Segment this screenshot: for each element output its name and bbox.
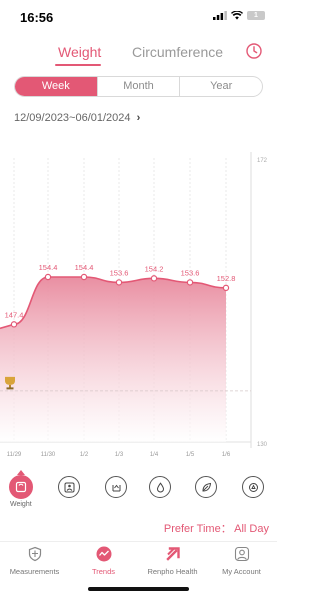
trends-icon bbox=[96, 546, 111, 562]
data-point bbox=[222, 284, 230, 292]
data-point bbox=[115, 279, 123, 286]
y-tick-label: 172 bbox=[257, 158, 268, 164]
prefer-time-selector[interactable]: Prefer Time： All Day bbox=[164, 520, 269, 536]
period-selector: Week Month Year bbox=[14, 76, 263, 97]
weight-area bbox=[0, 277, 226, 442]
data-label: 154.4 bbox=[39, 263, 58, 272]
trophy-base bbox=[6, 387, 14, 390]
battery-icon: 1 bbox=[247, 11, 265, 20]
nav-my-account-label: My Account bbox=[222, 567, 261, 576]
metric-water-button[interactable] bbox=[149, 476, 171, 498]
data-point bbox=[186, 279, 194, 286]
y-tick-label: 130 bbox=[257, 442, 268, 448]
data-point bbox=[150, 275, 158, 282]
data-label: 153.6 bbox=[110, 268, 129, 277]
scale-icon bbox=[15, 481, 27, 493]
date-range[interactable]: 12/09/2023~06/01/2024 › bbox=[14, 112, 140, 124]
metric-body-fat-button[interactable] bbox=[58, 476, 80, 498]
date-range-text: 12/09/2023~06/01/2024 bbox=[14, 112, 131, 124]
nav-my-account[interactable]: My Account bbox=[207, 546, 276, 576]
nav-measurements-label: Measurements bbox=[9, 567, 60, 576]
data-label: 153.6 bbox=[181, 268, 200, 277]
metric-selector: Weight bbox=[0, 470, 277, 515]
status-icons: 1 bbox=[213, 11, 265, 20]
metric-weight-label: Weight bbox=[10, 501, 32, 508]
tab-weight[interactable]: Weight bbox=[58, 44, 101, 60]
x-tick-label: 1/3 bbox=[115, 452, 124, 458]
data-label: 154.4 bbox=[75, 263, 94, 272]
body-fat-icon bbox=[64, 482, 74, 492]
weight-chart[interactable]: 147.4 154.4 154.4 153.6 154.2 153.6 152.8 11/29… bbox=[0, 140, 277, 458]
bmr-icon bbox=[248, 482, 258, 492]
data-point bbox=[80, 273, 88, 281]
weight-chart-svg: 147.4 154.4 154.4 153.6 154.2 153.6 152.8 11/29… bbox=[0, 152, 268, 458]
data-point bbox=[10, 321, 18, 328]
x-tick-label: 1/5 bbox=[186, 452, 195, 458]
nav-trends[interactable]: Trends bbox=[69, 546, 138, 576]
x-tick-label: 11/30 bbox=[41, 452, 56, 458]
period-week[interactable]: Week bbox=[15, 77, 97, 96]
chevron-right-icon: › bbox=[136, 112, 141, 124]
renpho-logo-icon bbox=[165, 547, 180, 561]
nav-trends-label: Trends bbox=[91, 567, 116, 576]
status-bar: 16:56 1 bbox=[0, 0, 277, 30]
account-icon bbox=[234, 546, 249, 562]
tab-circumference[interactable]: Circumference bbox=[132, 44, 223, 60]
data-point bbox=[44, 273, 52, 281]
data-label: 152.8 bbox=[217, 274, 236, 283]
period-month[interactable]: Month bbox=[96, 77, 180, 96]
home-indicator bbox=[88, 587, 189, 591]
muscle-icon bbox=[112, 484, 120, 491]
metric-weight-button[interactable] bbox=[9, 475, 33, 499]
shield-icon bbox=[28, 546, 41, 562]
status-time: 16:56 bbox=[20, 10, 54, 25]
trophy-icon bbox=[5, 376, 15, 385]
wifi-icon bbox=[231, 11, 243, 20]
bottom-nav: Measurements Trends Renpho Health My Acc… bbox=[0, 541, 277, 581]
period-year[interactable]: Year bbox=[179, 77, 262, 96]
nav-measurements[interactable]: Measurements bbox=[0, 546, 69, 576]
nav-renpho-health[interactable]: Renpho Health bbox=[138, 546, 207, 576]
data-label: 154.2 bbox=[145, 264, 164, 273]
signal-icon bbox=[213, 11, 227, 20]
metric-bmr-button[interactable] bbox=[242, 476, 264, 498]
water-drop-icon bbox=[156, 481, 164, 492]
nav-renpho-health-label: Renpho Health bbox=[147, 567, 198, 576]
clock-icon[interactable] bbox=[245, 42, 263, 60]
active-tab-underline bbox=[55, 64, 101, 66]
metric-protein-button[interactable] bbox=[195, 476, 217, 498]
leaf-icon bbox=[201, 482, 211, 492]
x-tick-label: 11/29 bbox=[7, 452, 22, 458]
x-tick-label: 1/6 bbox=[222, 452, 231, 458]
x-tick-label: 1/4 bbox=[150, 452, 159, 458]
data-label: 147.4 bbox=[5, 310, 24, 319]
top-tabs: Weight Circumference bbox=[0, 42, 277, 68]
x-tick-label: 1/2 bbox=[80, 452, 89, 458]
metric-muscle-button[interactable] bbox=[105, 476, 127, 498]
